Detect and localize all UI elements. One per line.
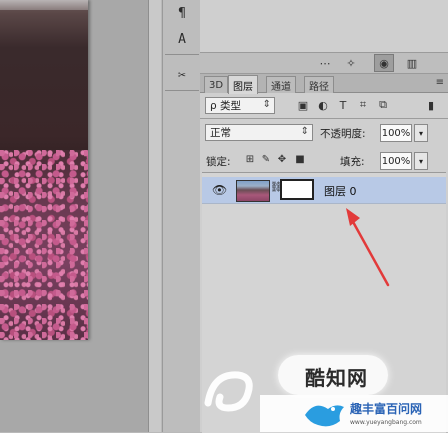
photo-sky — [0, 0, 88, 10]
tab-paths[interactable]: 路径 — [304, 76, 334, 93]
panel-top-toolbar: ⋯ ✧ ◉ ▥ — [200, 52, 448, 74]
annotation-arrow — [346, 208, 390, 287]
tools-icon[interactable]: ✂ — [169, 64, 195, 86]
divider — [200, 118, 448, 119]
filter-type-dropdown[interactable]: ρ 类型 ⇕ — [205, 97, 275, 114]
eye-icon[interactable]: ◉ — [374, 54, 394, 72]
character-icon[interactable]: A — [169, 28, 195, 50]
shape-filter-icon[interactable]: ⌗ — [356, 98, 370, 112]
dotted-circle-icon[interactable]: ⋯ — [316, 55, 334, 71]
opacity-dropdown-icon[interactable]: ▾ — [414, 124, 428, 142]
fill-input[interactable]: 100% — [380, 152, 412, 170]
dock-divider — [165, 90, 199, 91]
layer-row[interactable]: 👁 ⛓ 图层 0 — [202, 177, 446, 204]
layer-name[interactable]: 图层 0 — [324, 183, 357, 199]
blend-mode-dropdown[interactable]: 正常 ⇕ — [205, 124, 313, 141]
fill-label: 填充: — [340, 156, 365, 168]
canvas-scrollbar[interactable] — [148, 0, 161, 432]
layer-filter-row: ρ 类型 ⇕ ▣ ◐ T ⌗ ⧉ ▮ — [200, 96, 448, 116]
image-filter-icon[interactable]: ▣ — [296, 98, 310, 112]
opacity-input[interactable]: 100% — [380, 124, 412, 142]
blend-mode-value: 正常 — [210, 127, 231, 139]
watermark-site-name: 趣丰富百问网 — [350, 402, 423, 416]
tab-layers[interactable]: 图层 — [228, 75, 258, 94]
chevron-updown-icon: ⇕ — [300, 126, 309, 137]
tab-channels[interactable]: 通道 — [266, 76, 296, 93]
panel-tabs: 3D 图层 通道 路径 ≡ — [200, 74, 448, 94]
lock-pixels-icon[interactable]: ✎ — [260, 153, 272, 165]
opacity-label: 不透明度: — [320, 128, 366, 140]
trash-icon[interactable]: ▥ — [403, 55, 421, 71]
lock-position-icon[interactable]: ✥ — [276, 153, 288, 165]
canvas-photo — [0, 0, 88, 340]
photo-flowers — [0, 150, 88, 340]
filter-toggle-icon[interactable]: ▮ — [424, 98, 438, 112]
filter-type-label: ρ 类型 — [210, 100, 242, 112]
paragraph-icon[interactable]: ¶ — [169, 2, 195, 24]
watermark-bird-icon — [305, 405, 344, 427]
chevron-updown-icon: ⇕ — [262, 99, 271, 110]
blend-row: 正常 ⇕ 不透明度: 100% ▾ — [200, 123, 448, 143]
watermark: 酷知网 趣丰富百问网 www.yueyangbang.com — [190, 345, 448, 432]
lock-row: 锁定: ⊞ ✎ ✥ ■ 填充: 100% ▾ — [200, 151, 448, 171]
layer-mask-thumbnail[interactable] — [280, 179, 314, 200]
document-canvas[interactable] — [0, 0, 161, 432]
watermark-swirl-logo — [204, 371, 253, 412]
smartobject-filter-icon[interactable]: ⧉ — [376, 98, 390, 112]
compass-icon[interactable]: ✧ — [342, 55, 360, 71]
layer-thumbnail[interactable] — [236, 180, 270, 202]
dock-divider — [165, 54, 199, 55]
lock-transparent-icon[interactable]: ⊞ — [244, 153, 256, 165]
lock-all-icon[interactable]: ■ — [294, 153, 306, 165]
adjustment-filter-icon[interactable]: ◐ — [316, 98, 330, 112]
fill-dropdown-icon[interactable]: ▾ — [414, 152, 428, 170]
visibility-eye-icon[interactable]: 👁 — [212, 183, 227, 197]
lock-label: 锁定: — [206, 156, 231, 168]
watermark-logo-text: 酷知网 — [305, 366, 368, 390]
watermark-site-url: www.yueyangbang.com — [350, 419, 422, 426]
tab-3d[interactable]: 3D — [204, 76, 229, 93]
type-filter-icon[interactable]: T — [336, 98, 350, 112]
panel-menu-icon[interactable]: ≡ — [436, 77, 444, 88]
